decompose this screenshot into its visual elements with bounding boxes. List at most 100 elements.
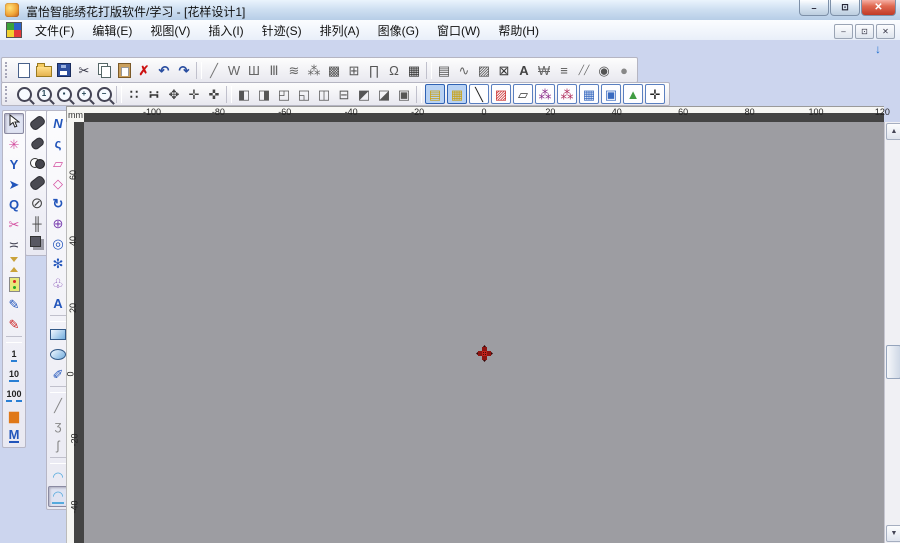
draw-red-tool-button[interactable]: ✎ — [5, 314, 24, 334]
minimize-button[interactable]: – — [799, 0, 829, 16]
line-draw-tool-button[interactable]: ╱ — [49, 395, 68, 415]
doc-restore-button[interactable]: ⊡ — [855, 24, 874, 39]
align-bottom-button[interactable]: ◱ — [294, 84, 314, 104]
show-pattern-button[interactable]: ▦ — [447, 84, 467, 104]
menu-item-insert[interactable]: 插入(I) — [199, 20, 252, 41]
menu-item-window[interactable]: 窗口(W) — [428, 20, 489, 41]
space-evenly-v-button[interactable]: ◪ — [374, 84, 394, 104]
undo-button[interactable]: ↶ — [154, 60, 174, 80]
diagonal-box-fill-button[interactable]: ⊠ — [494, 60, 514, 80]
rect-tool-button[interactable] — [49, 324, 68, 344]
patch-stitch-1-button[interactable] — [28, 113, 47, 133]
grid-1-tool-button[interactable]: 1 — [5, 345, 24, 365]
satin-stitch-button[interactable]: Ⅲ — [264, 60, 284, 80]
menu-item-edit[interactable]: 编辑(E) — [83, 20, 141, 41]
grid-fill-button[interactable]: ⊞ — [344, 60, 364, 80]
tatami-fill-button[interactable]: ▩ — [324, 60, 344, 80]
show-hoop-button[interactable]: ▣ — [601, 84, 621, 104]
measure-tool-button[interactable]: ≍ — [5, 234, 24, 254]
zoom-out-button[interactable]: − — [94, 84, 114, 104]
doc-minimize-button[interactable]: – — [834, 24, 853, 39]
trim-tool-button[interactable]: ✂ — [5, 214, 24, 234]
circle-solid-button[interactable]: ● — [614, 60, 634, 80]
hatch-lines-button[interactable]: ╱╱ — [574, 60, 594, 80]
clover-curve-tool-button[interactable]: ♧ — [49, 273, 68, 293]
menu-item-arrange[interactable]: 排列(A) — [311, 20, 369, 41]
toolbar-drag-handle[interactable] — [5, 86, 11, 102]
applique-stitch-button[interactable]: Ω — [384, 60, 404, 80]
patch-stitch-3-button[interactable] — [28, 173, 47, 193]
menu-item-file[interactable]: 文件(F) — [26, 20, 83, 41]
machine-control-tool-button[interactable] — [5, 274, 24, 294]
run-stitch-button[interactable]: ╱ — [204, 60, 224, 80]
star-tool-button[interactable]: ✻ — [49, 253, 68, 273]
vertical-scrollbar[interactable]: ▲ ▼ — [884, 122, 900, 543]
sequin-fill-button[interactable]: ▤ — [434, 60, 454, 80]
align-right-button[interactable]: ◨ — [254, 84, 274, 104]
zoom-1to1-button[interactable]: 1 — [34, 84, 54, 104]
wave-fill-button[interactable]: ≋ — [284, 60, 304, 80]
curves-draw-tool-button[interactable]: ʃ — [49, 435, 68, 455]
menu-item-stitch[interactable]: 针迹(S) — [253, 20, 311, 41]
e-stitch-button[interactable]: Ш — [244, 60, 264, 80]
arc-chord-tool-button[interactable]: ◠ — [48, 486, 68, 507]
scroll-up-button[interactable]: ▲ — [886, 123, 900, 140]
menu-item-help[interactable]: 帮助(H) — [489, 20, 548, 41]
draw-blue-tool-button[interactable]: ✎ — [5, 294, 24, 314]
zoom-select-tool-button[interactable]: Q — [5, 194, 24, 214]
menu-item-view[interactable]: 视图(V) — [141, 20, 199, 41]
pan-tool-button[interactable]: ✛ — [645, 84, 665, 104]
overlap-stitch-button[interactable] — [28, 153, 47, 173]
close-button[interactable]: ✕ — [861, 0, 896, 16]
split-grid-b-button[interactable]: ∺ — [144, 84, 164, 104]
contour-fill-button[interactable]: ∿ — [454, 60, 474, 80]
delete-button[interactable]: ✗ — [134, 60, 154, 80]
column-stitch-button[interactable]: ╫ — [28, 213, 47, 233]
layer-stitch-button[interactable] — [28, 233, 47, 253]
motif-fill-button[interactable]: ⁂ — [304, 60, 324, 80]
scroll-down-button[interactable]: ▼ — [886, 525, 900, 542]
show-outline-button[interactable]: ▱ — [513, 84, 533, 104]
sphere-tool-button[interactable]: ⊕ — [49, 213, 68, 233]
monogram-text-button[interactable]: A — [514, 60, 534, 80]
grid-100-tool-button[interactable]: 100 — [5, 385, 24, 405]
show-grid-button[interactable]: ▦ — [579, 84, 599, 104]
new-button[interactable] — [14, 60, 34, 80]
align-grid-button[interactable]: ▣ — [394, 84, 414, 104]
ellipse-tool-button[interactable] — [49, 344, 68, 364]
split-grid-a-button[interactable]: ∷ — [124, 84, 144, 104]
design-canvas[interactable] — [84, 122, 884, 543]
node-polygon-tool-button[interactable]: ▱ — [49, 153, 68, 173]
exclude-stitch-button[interactable]: ⊘ — [28, 193, 47, 213]
thread-colors-button[interactable]: ⁂ — [535, 84, 555, 104]
node-shape-tool-button[interactable]: ◇ — [49, 173, 68, 193]
patch-stitch-2-button[interactable] — [28, 133, 47, 153]
scrollbar-thumb[interactable] — [886, 345, 900, 379]
text-tool-button[interactable]: A — [49, 293, 68, 313]
thread-colors-alt-button[interactable]: ⁂ — [557, 84, 577, 104]
align-top-button[interactable]: ◰ — [274, 84, 294, 104]
title-bar[interactable]: 富怡智能绣花打版软件/学习 - [花样设计1] – ⊡ ✕ — [0, 0, 900, 21]
move-cross-c-button[interactable]: ✜ — [204, 84, 224, 104]
thread-trim-tool-button[interactable]: ▆ — [5, 405, 24, 425]
hourglass-tool-button[interactable] — [5, 254, 24, 274]
save-button[interactable] — [54, 60, 74, 80]
show-needle-points-button[interactable]: ╲ — [469, 84, 489, 104]
zoom-in-button[interactable]: + — [74, 84, 94, 104]
grid-10-tool-button[interactable]: 10 — [5, 365, 24, 385]
open-button[interactable] — [34, 60, 54, 80]
curve3-draw-tool-button[interactable]: ʒ — [49, 415, 68, 435]
stitch-edit-tool-button[interactable]: ✳ — [5, 134, 24, 154]
crosshatch-fill-button[interactable]: ▨ — [474, 60, 494, 80]
move-cross-a-button[interactable]: ✥ — [164, 84, 184, 104]
move-cross-b-button[interactable]: ✛ — [184, 84, 204, 104]
piping-stitch-button[interactable]: ∏ — [364, 60, 384, 80]
split-tool-button[interactable]: Y — [5, 154, 24, 174]
copy-button[interactable] — [94, 60, 114, 80]
paste-button[interactable] — [114, 60, 134, 80]
redo-button[interactable]: ↷ — [174, 60, 194, 80]
curve-input-tool-button[interactable]: N — [49, 113, 68, 133]
menu-item-image[interactable]: 图像(G) — [369, 20, 428, 41]
globe-tool-button[interactable]: ◎ — [49, 233, 68, 253]
zoom-ruler-button[interactable] — [14, 84, 34, 104]
